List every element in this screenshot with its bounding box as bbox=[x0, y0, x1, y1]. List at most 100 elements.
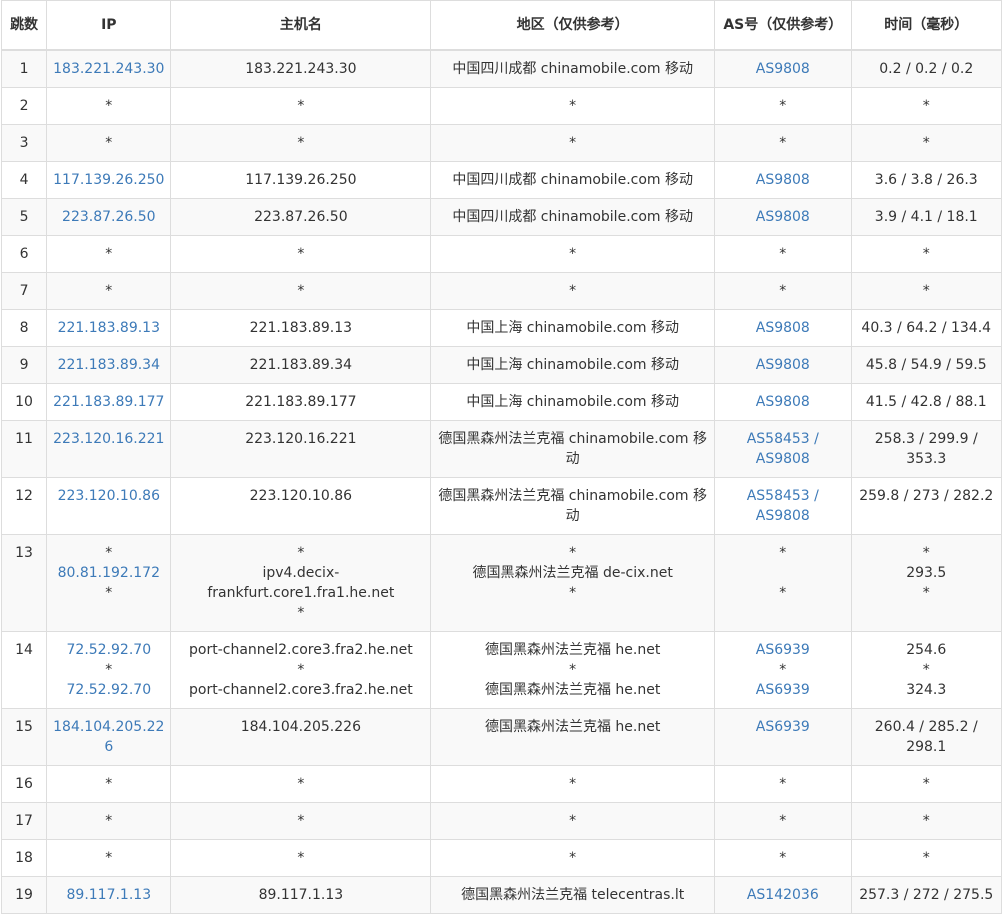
region-cell: 中国四川成都 chinamobile.com 移动 bbox=[430, 198, 716, 236]
region-text: 中国上海 chinamobile.com 移动 bbox=[466, 320, 679, 336]
as-cell: * bbox=[714, 272, 852, 310]
ip-text: * bbox=[105, 135, 113, 151]
as-text: * bbox=[779, 662, 787, 678]
table-row: 13 * 80.81.192.172 * * ipv4.decix-frankfurt.c… bbox=[0, 534, 1002, 632]
ip-cell: * bbox=[46, 272, 172, 310]
host-cell: 221.183.89.34 bbox=[170, 346, 432, 384]
ip-link[interactable]: 117.139.26.250 bbox=[51, 170, 166, 190]
table-row: 11 223.120.16.221 223.120.16.221 德国黑森州法兰克福 … bbox=[0, 420, 1002, 478]
host-cell: 184.104.205.226 bbox=[170, 708, 432, 766]
host-text: port-channel2.core3.fra2.he.net bbox=[189, 642, 413, 658]
as-cell: AS9808 bbox=[714, 346, 852, 384]
region-text: * bbox=[569, 662, 577, 678]
header-region: 地区（仅供参考） bbox=[430, 0, 716, 51]
ip-link[interactable]: 80.81.192.172 bbox=[51, 563, 166, 583]
host-cell: 223.120.16.221 bbox=[170, 420, 432, 478]
ip-link[interactable]: 221.183.89.177 bbox=[51, 392, 166, 412]
as-link[interactable]: AS9808 bbox=[719, 355, 846, 375]
host-cell: 117.139.26.250 bbox=[170, 161, 432, 199]
as-cell: AS9808 bbox=[714, 383, 852, 421]
as-link[interactable]: AS6939 bbox=[719, 680, 846, 700]
header-row: 跳数 IP 主机名 地区（仅供参考） AS号（仅供参考） 时间（毫秒） bbox=[0, 0, 1002, 51]
as-text: * bbox=[779, 98, 787, 114]
region-text: 中国上海 chinamobile.com 移动 bbox=[466, 394, 679, 410]
hop-cell: 8 bbox=[0, 309, 48, 347]
ip-link[interactable]: 223.87.26.50 bbox=[51, 207, 166, 227]
host-text: * bbox=[297, 283, 305, 299]
table-row: 8 221.183.89.13 221.183.89.13 中国上海 chinamob… bbox=[0, 309, 1002, 347]
ip-cell: 223.120.10.86 bbox=[46, 477, 172, 535]
ip-link[interactable]: 72.52.92.70 bbox=[51, 640, 166, 660]
as-cell: AS6939 bbox=[714, 708, 852, 766]
as-link[interactable]: AS58453 / AS9808 bbox=[719, 429, 846, 469]
time-cell: * bbox=[850, 802, 1002, 840]
hop-cell: 2 bbox=[0, 87, 48, 125]
ip-text: * bbox=[105, 850, 113, 866]
time-text: * bbox=[922, 813, 930, 829]
region-cell: * bbox=[430, 124, 716, 162]
time-text: 259.8 / 273 / 282.2 bbox=[859, 488, 994, 504]
host-cell: 221.183.89.13 bbox=[170, 309, 432, 347]
host-text: * bbox=[297, 135, 305, 151]
as-link[interactable]: AS9808 bbox=[719, 392, 846, 412]
ip-cell: * 80.81.192.172 * bbox=[46, 534, 172, 632]
time-cell: 40.3 / 64.2 / 134.4 bbox=[850, 309, 1002, 347]
as-text: * bbox=[779, 813, 787, 829]
ip-cell: * bbox=[46, 235, 172, 273]
as-cell: * bbox=[714, 87, 852, 125]
header-time: 时间（毫秒） bbox=[850, 0, 1002, 51]
time-text: * bbox=[922, 98, 930, 114]
ip-cell: * bbox=[46, 87, 172, 125]
as-text: * bbox=[779, 246, 787, 262]
host-cell: 223.87.26.50 bbox=[170, 198, 432, 236]
host-cell: * bbox=[170, 87, 432, 125]
hop-cell: 6 bbox=[0, 235, 48, 273]
host-text: * bbox=[297, 850, 305, 866]
ip-link[interactable]: 89.117.1.13 bbox=[51, 885, 166, 905]
ip-link[interactable]: 223.120.16.221 bbox=[51, 429, 166, 449]
host-text: * bbox=[297, 662, 305, 678]
time-cell: 3.6 / 3.8 / 26.3 bbox=[850, 161, 1002, 199]
ip-link[interactable]: 183.221.243.30 bbox=[51, 59, 166, 79]
as-cell: AS6939 * AS6939 bbox=[714, 631, 852, 709]
ip-cell: 72.52.92.70 * 72.52.92.70 bbox=[46, 631, 172, 709]
time-text: 40.3 / 64.2 / 134.4 bbox=[861, 320, 992, 336]
host-text: 223.87.26.50 bbox=[254, 209, 348, 225]
as-cell: * bbox=[714, 124, 852, 162]
header-as: AS号（仅供参考） bbox=[714, 0, 852, 51]
time-text: 254.6 bbox=[906, 642, 947, 658]
ip-link[interactable]: 221.183.89.13 bbox=[51, 318, 166, 338]
host-cell: 89.117.1.13 bbox=[170, 876, 432, 914]
as-link[interactable]: AS58453 / AS9808 bbox=[719, 486, 846, 526]
hop-cell: 5 bbox=[0, 198, 48, 236]
region-text: * bbox=[569, 135, 577, 151]
ip-link[interactable]: 184.104.205.226 bbox=[51, 717, 166, 757]
as-link[interactable]: AS9808 bbox=[719, 207, 846, 227]
host-cell: 183.221.243.30 bbox=[170, 49, 432, 88]
ip-cell: 89.117.1.13 bbox=[46, 876, 172, 914]
as-link[interactable]: AS142036 bbox=[719, 885, 846, 905]
host-cell: * bbox=[170, 839, 432, 877]
region-text: * bbox=[569, 246, 577, 262]
time-text: * bbox=[922, 135, 930, 151]
as-link[interactable]: AS9808 bbox=[719, 170, 846, 190]
time-text: 45.8 / 54.9 / 59.5 bbox=[865, 357, 987, 373]
hop-cell: 9 bbox=[0, 346, 48, 384]
host-text: * bbox=[297, 98, 305, 114]
host-cell: * bbox=[170, 272, 432, 310]
region-cell: 德国黑森州法兰克福 he.net bbox=[430, 708, 716, 766]
host-cell: * ipv4.decix-frankfurt.core1.fra1.he.net * bbox=[170, 534, 432, 632]
region-text: * bbox=[569, 545, 577, 561]
ip-link[interactable]: 72.52.92.70 bbox=[51, 680, 166, 700]
region-cell: * bbox=[430, 839, 716, 877]
ip-link[interactable]: 223.120.10.86 bbox=[51, 486, 166, 506]
as-cell: AS58453 / AS9808 bbox=[714, 477, 852, 535]
time-text: 293.5 bbox=[906, 565, 947, 581]
host-text: 221.183.89.13 bbox=[249, 320, 353, 336]
as-link[interactable]: AS6939 bbox=[719, 640, 846, 660]
as-link[interactable]: AS9808 bbox=[719, 318, 846, 338]
as-link[interactable]: AS9808 bbox=[719, 59, 846, 79]
region-text: 德国黑森州法兰克福 de-cix.net bbox=[472, 565, 673, 581]
ip-link[interactable]: 221.183.89.34 bbox=[51, 355, 166, 375]
as-link[interactable]: AS6939 bbox=[719, 717, 846, 737]
